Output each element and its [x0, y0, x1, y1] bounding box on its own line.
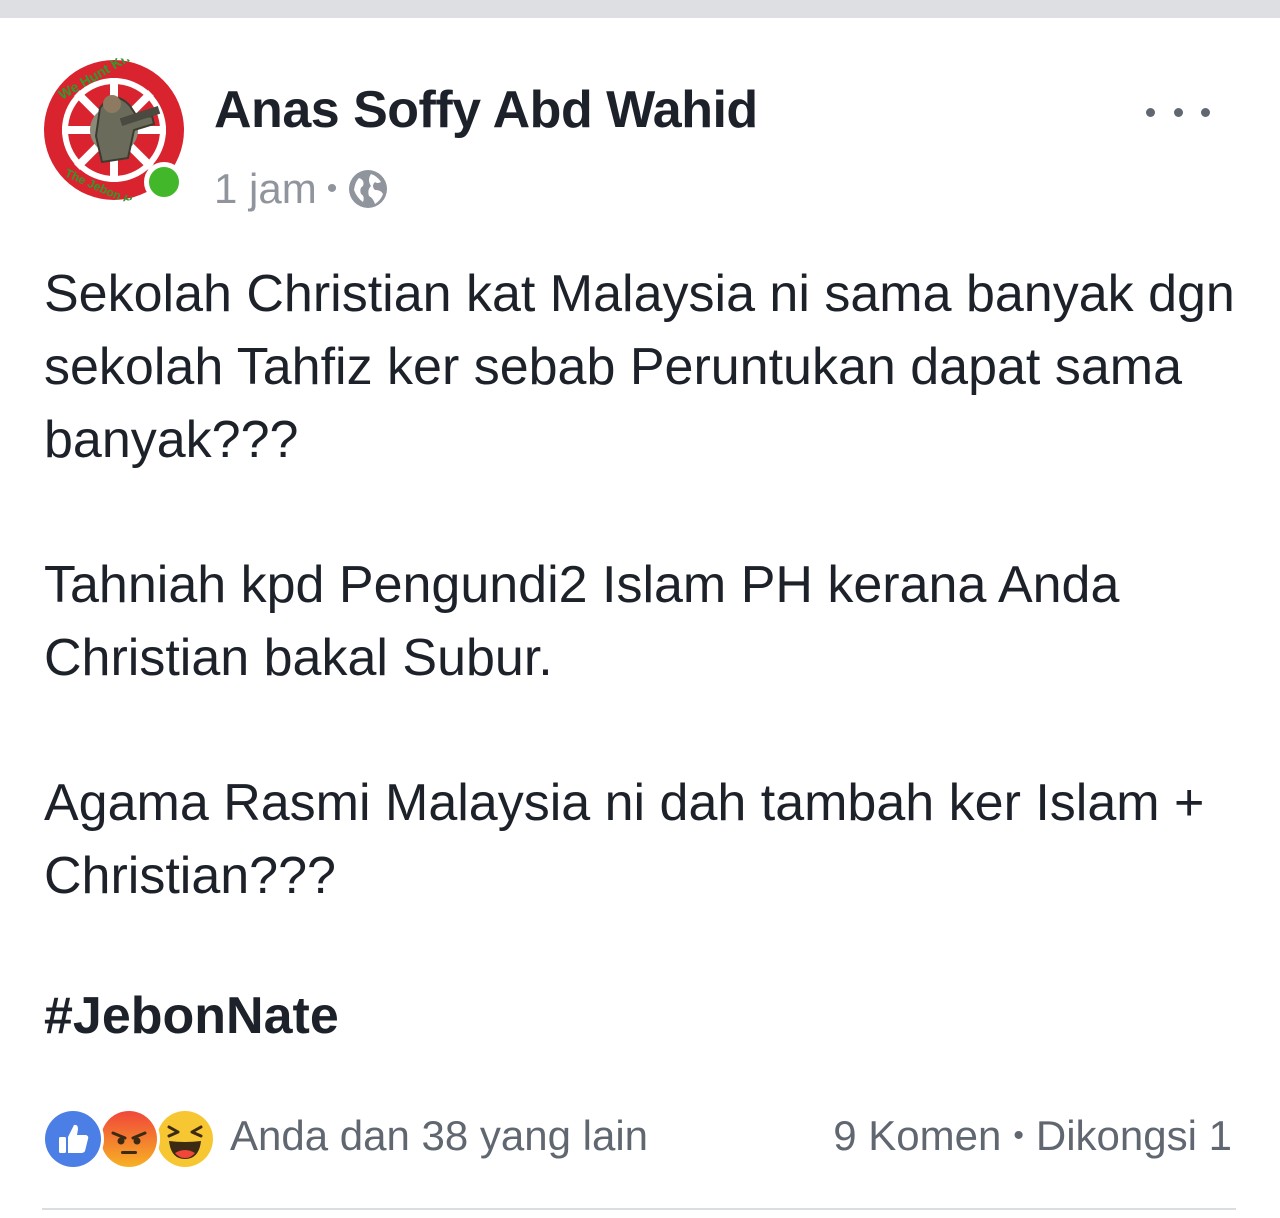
counts-separator: •: [1013, 1119, 1024, 1152]
comments-count[interactable]: 9 Komen: [833, 1112, 1001, 1160]
like-icon: [42, 1108, 104, 1170]
post-meta: 1 jam •: [214, 164, 389, 214]
reactions-summary[interactable]: Anda dan 38 yang lain: [42, 1106, 648, 1170]
meta-separator: •: [326, 172, 338, 205]
feed-separator-strip: [0, 0, 1280, 18]
post-timestamp[interactable]: 1 jam: [214, 165, 317, 213]
engagement-counts: 9 Komen • Dikongsi 1: [833, 1106, 1232, 1166]
reaction-summary-text[interactable]: Anda dan 38 yang lain: [230, 1112, 648, 1160]
globe-icon[interactable]: [347, 168, 389, 210]
angry-icon: [98, 1108, 160, 1170]
footer-divider: [42, 1208, 1236, 1210]
online-status-indicator: [144, 162, 184, 202]
author-name[interactable]: Anas Soffy Abd Wahid: [214, 80, 758, 140]
reaction-icons: [42, 1106, 218, 1170]
post-paragraph: Sekolah Christian kat Malaysia ni sama b…: [44, 265, 1235, 469]
haha-icon: [154, 1108, 216, 1170]
feed-post: We Hunt Khadam The Jebon H Anas Soffy Ab…: [0, 18, 1280, 1218]
post-body: Sekolah Christian kat Malaysia ni sama b…: [44, 258, 1244, 985]
post-paragraph: Tahniah kpd Pengundi2 Islam PH kerana An…: [44, 556, 1120, 687]
hashtag-link[interactable]: #JebonNate: [44, 986, 339, 1046]
shares-count[interactable]: Dikongsi 1: [1036, 1112, 1232, 1160]
more-options-icon[interactable]: [1146, 94, 1210, 130]
author-avatar[interactable]: We Hunt Khadam The Jebon H: [42, 58, 186, 202]
post-paragraph: Agama Rasmi Malaysia ni dah tambah ker I…: [44, 774, 1205, 905]
